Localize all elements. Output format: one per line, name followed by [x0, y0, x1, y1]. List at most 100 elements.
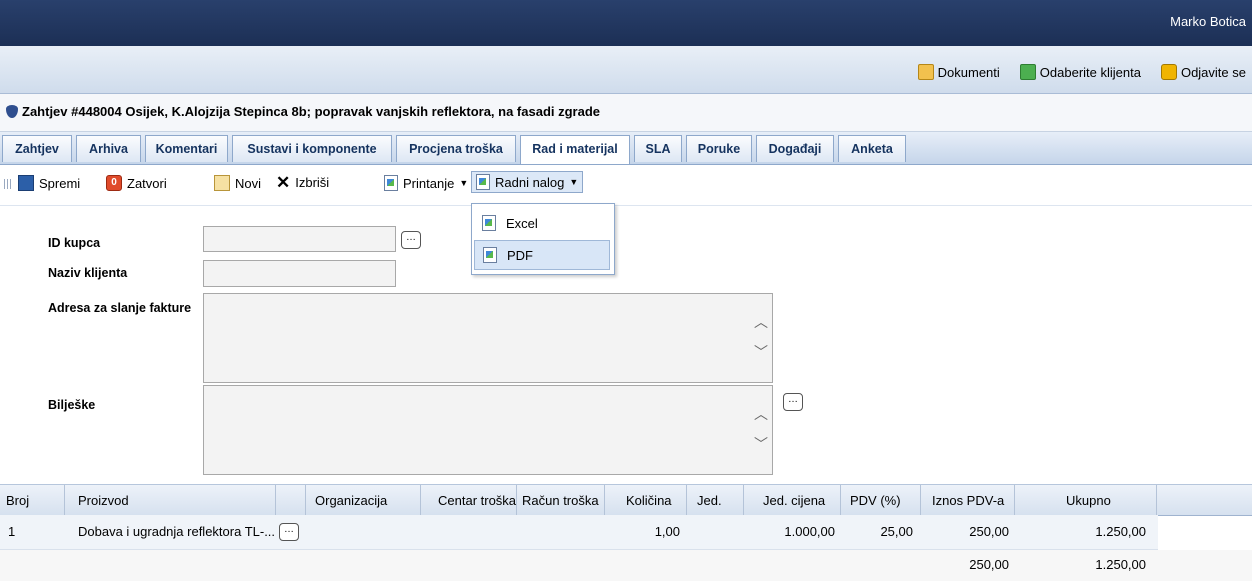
close-label: Zatvori [127, 175, 167, 191]
work-order-dropdown-menu: Excel PDF [471, 203, 615, 275]
shield-icon [6, 105, 18, 118]
new-document-icon [214, 175, 230, 191]
cell-iznos-pdv: 250,00 [969, 524, 1009, 539]
column-header-ukupno[interactable]: Ukupno [1066, 493, 1111, 508]
delete-label: Izbriši [295, 175, 330, 190]
book-icon [1019, 64, 1036, 80]
billing-address-textarea[interactable] [203, 293, 773, 383]
scroll-up-icon[interactable]: ︿ [754, 312, 768, 332]
delete-x-icon: ✕ [276, 172, 291, 192]
column-divider [840, 485, 841, 515]
documents-label: Dokumenti [937, 64, 1000, 80]
total-iznos-pdv: 250,00 [969, 557, 1009, 572]
total-ukupno: 1.250,00 [1095, 557, 1146, 572]
billing-address-label: Adresa za slanje fakture [48, 301, 192, 315]
column-header-racun-troska[interactable]: Račun troška [522, 493, 599, 508]
tab-zahtjev[interactable]: Zahtjev [2, 135, 72, 162]
column-divider [920, 485, 921, 515]
cell-ukupno: 1.250,00 [1095, 524, 1146, 539]
scroll-up-icon[interactable]: ︿ [754, 404, 768, 424]
menu-item-pdf[interactable]: PDF [474, 240, 610, 270]
tab-procjena[interactable]: Procjena troška [396, 135, 516, 162]
notes-label: Bilješke [48, 398, 96, 412]
tab-rad-i-materijal[interactable]: Rad i materijal [520, 135, 630, 164]
column-header-jed[interactable]: Jed. [697, 493, 722, 508]
action-toolbar: Spremi 0 Zatvori Novi ✕ Izbriši Printanj… [0, 165, 1252, 206]
tab-dogadaji[interactable]: Događaji [756, 135, 834, 162]
new-label: Novi [235, 175, 262, 191]
table-row[interactable]: 1 Dobava i ugradnja reflektora TL-... … … [0, 515, 1158, 550]
tab-anketa[interactable]: Anketa [838, 135, 906, 162]
logout-label: Odjavite se [1180, 64, 1246, 80]
cell-pdv: 25,00 [880, 524, 913, 539]
print-button[interactable]: Printanje ▼ [384, 175, 468, 191]
tab-komentari[interactable]: Komentari [145, 135, 228, 162]
lock-icon [1160, 64, 1177, 80]
scroll-down-icon[interactable]: ﹀ [754, 342, 768, 362]
client-name-input[interactable] [203, 260, 396, 287]
cell-broj: 1 [8, 524, 16, 539]
column-header-kolicina[interactable]: Količina [626, 493, 672, 508]
column-divider [1014, 485, 1015, 515]
excel-icon [482, 215, 496, 231]
request-title-bar: Zahtjev #448004 Osijek, K.Alojzija Stepi… [0, 94, 1252, 132]
column-divider [305, 485, 306, 515]
tab-sla[interactable]: SLA [634, 135, 682, 162]
column-header-proizvod[interactable]: Proizvod [78, 493, 129, 508]
customer-id-input[interactable] [203, 226, 396, 252]
work-order-button[interactable]: Radni nalog ▼ [471, 171, 584, 193]
customer-id-label: ID kupca [48, 236, 101, 250]
logout-link[interactable]: Odjavite se [1160, 64, 1246, 80]
pdf-icon [483, 247, 497, 263]
column-header-organizacija[interactable]: Organizacija [315, 493, 387, 508]
save-button[interactable]: Spremi [18, 175, 80, 191]
print-icon [384, 175, 398, 191]
choose-client-label: Odaberite klijenta [1039, 64, 1141, 80]
menu-item-label: Excel [506, 215, 538, 231]
close-icon: 0 [106, 175, 122, 191]
column-divider [686, 485, 687, 515]
top-links: Dokumenti Odaberite klijenta Odjavite se [917, 64, 1246, 80]
product-lookup-button[interactable]: … [279, 523, 299, 541]
close-button[interactable]: 0 Zatvori [106, 175, 167, 191]
chevron-down-icon: ▼ [459, 178, 469, 188]
menu-item-label: PDF [507, 247, 533, 263]
notes-textarea[interactable] [203, 385, 773, 475]
choose-client-link[interactable]: Odaberite klijenta [1019, 64, 1141, 80]
cell-jed-cijena: 1.000,00 [784, 524, 835, 539]
menu-item-excel[interactable]: Excel [474, 208, 610, 238]
notes-lookup-button[interactable]: … [783, 393, 803, 411]
delete-button[interactable]: ✕ Izbriši [276, 172, 330, 192]
tab-bar: Zahtjev Arhiva Komentari Sustavi i kompo… [0, 132, 1252, 165]
column-divider [64, 485, 65, 515]
column-divider [275, 485, 276, 515]
column-header-pdv[interactable]: PDV (%) [850, 493, 901, 508]
column-divider [516, 485, 517, 515]
column-header-jed-cijena[interactable]: Jed. cijena [763, 493, 825, 508]
print-label: Printanje [403, 175, 455, 191]
column-divider [420, 485, 421, 515]
scroll-down-icon[interactable]: ﹀ [754, 434, 768, 454]
column-header-centar-troska[interactable]: Centar troška [438, 493, 516, 508]
floppy-disk-icon [18, 175, 34, 191]
tab-sustavi[interactable]: Sustavi i komponente [232, 135, 392, 162]
column-header-broj[interactable]: Broj [6, 493, 29, 508]
table-totals-row: 250,00 1.250,00 [0, 550, 1252, 581]
customer-id-lookup-button[interactable]: … [401, 231, 421, 249]
documents-link[interactable]: Dokumenti [917, 64, 1000, 80]
tab-poruke[interactable]: Poruke [686, 135, 752, 162]
user-name[interactable]: Marko Botica [1170, 14, 1246, 29]
page-title: Zahtjev #448004 Osijek, K.Alojzija Stepi… [22, 104, 601, 119]
documents-icon [917, 64, 934, 80]
toolbar-grip-icon[interactable] [4, 179, 12, 189]
cell-kolicina: 1,00 [654, 524, 680, 539]
client-name-label: Naziv klijenta [48, 266, 128, 280]
tab-arhiva[interactable]: Arhiva [76, 135, 141, 162]
column-header-iznos-pdv[interactable]: Iznos PDV-a [932, 493, 1004, 508]
table-header: Broj Proizvod Organizacija Centar troška… [0, 484, 1252, 516]
work-order-label: Radni nalog [495, 174, 565, 190]
column-divider [1156, 485, 1157, 515]
new-button[interactable]: Novi [214, 175, 261, 191]
page-title-wrap: Zahtjev #448004 Osijek, K.Alojzija Stepi… [6, 104, 600, 119]
column-divider [743, 485, 744, 515]
